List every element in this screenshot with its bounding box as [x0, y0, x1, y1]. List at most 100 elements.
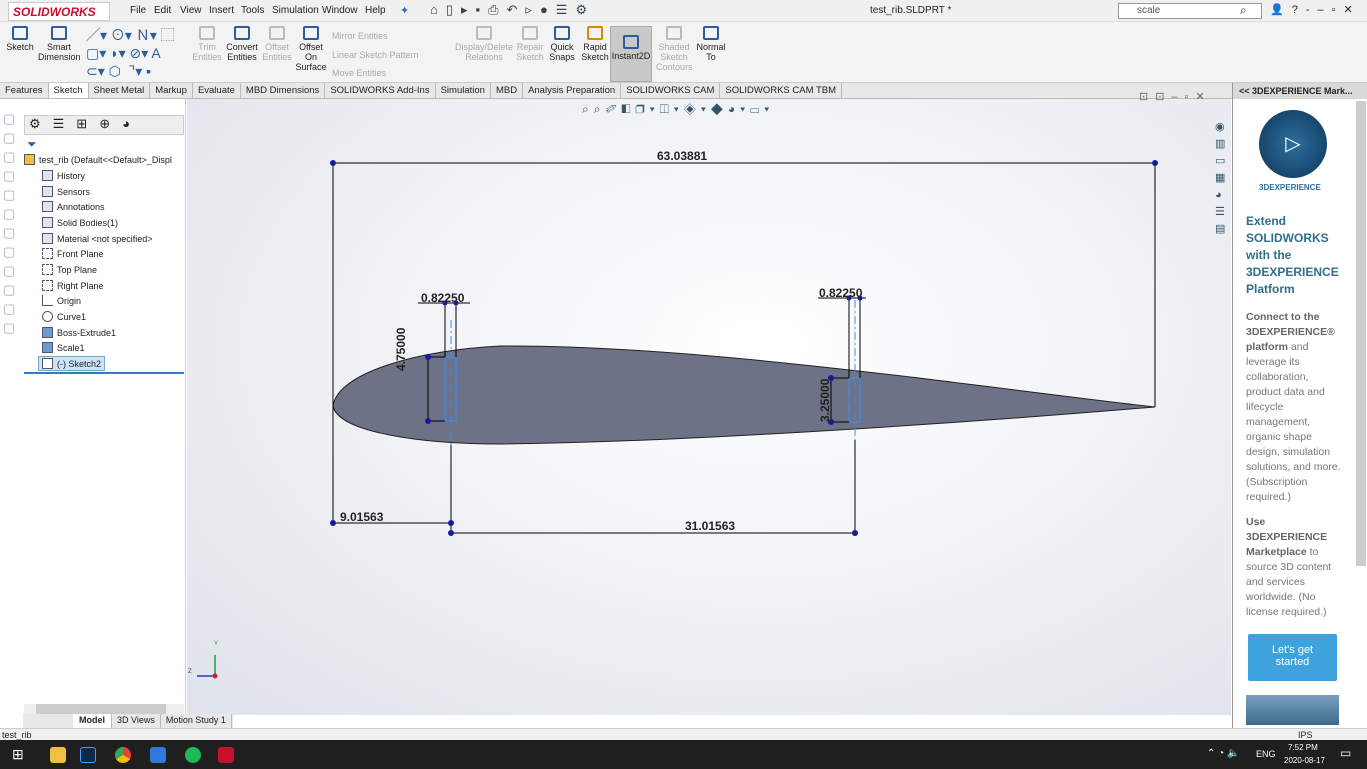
language-indicator[interactable]: ENG: [1256, 749, 1276, 759]
rapid-sketch-button[interactable]: Rapid Sketch: [580, 26, 610, 62]
lets-get-started-button[interactable]: Let's get started: [1248, 634, 1337, 681]
trim-icon: [199, 26, 215, 40]
offset-entities-button[interactable]: Offset Entities: [262, 26, 292, 62]
tab-mbd-dimensions[interactable]: MBD Dimensions: [241, 83, 326, 98]
dimension-width-left[interactable]: 0.82250: [421, 291, 464, 305]
sketch-entity-tools[interactable]: ╱▾ ⊙▾ Ｎ▾ ⬚ ▢▾ ◗▾ ⊘▾ A ⊂▾ ⬡ ⌝▾ ▪: [86, 26, 186, 80]
sketch-canvas: [197, 160, 1158, 679]
rollback-bar[interactable]: [24, 372, 184, 374]
units-selector[interactable]: IPS: [1298, 730, 1313, 740]
menu-edit[interactable]: Edit: [154, 5, 171, 16]
normal-to-button[interactable]: Normal To: [694, 26, 728, 62]
dimension-height-left[interactable]: 4.75000: [394, 328, 408, 371]
tree-item-sensors[interactable]: Sensors: [42, 186, 90, 197]
spotify-icon[interactable]: [185, 747, 201, 763]
app-icon[interactable]: [150, 747, 166, 763]
tree-item-front-plane[interactable]: Front Plane: [42, 248, 104, 259]
trim-entities-button[interactable]: Trim Entities: [192, 26, 222, 62]
left-toolbar-icons[interactable]: ▢ ▢ ▢ ▢ ▢ ▢ ▢ ▢ ▢ ▢ ▢ ▢: [3, 109, 19, 339]
repair-icon: [522, 26, 538, 40]
tab-3d-views[interactable]: 3D Views: [111, 714, 160, 728]
sketch-points[interactable]: [330, 160, 1158, 536]
tab-analysis-preparation[interactable]: Analysis Preparation: [523, 83, 622, 98]
tab-motion-study-1[interactable]: Motion Study 1: [159, 714, 232, 728]
panel-scrollbar[interactable]: [1356, 101, 1366, 566]
extrude-icon: [42, 327, 53, 338]
shaded-sketch-contours-button[interactable]: Shaded Sketch Contours: [656, 26, 693, 72]
dimension-width-right[interactable]: 0.82250: [819, 286, 862, 300]
tab-features[interactable]: Features: [0, 83, 49, 98]
tab-sheet-metal[interactable]: Sheet Metal: [89, 83, 151, 98]
dimension-offset-left[interactable]: 9.01563: [340, 510, 383, 524]
part-icon: [24, 154, 35, 165]
tree-item-boss-extrude1[interactable]: Boss-Extrude1: [42, 327, 116, 338]
horizontal-scrollbar[interactable]: [24, 704, 184, 714]
menu-tools[interactable]: Tools: [241, 5, 264, 16]
tree-item-history[interactable]: History: [42, 170, 85, 181]
tree-root[interactable]: test_rib (Default<<Default>_Displ: [24, 154, 172, 165]
notifications-icon[interactable]: ▭: [1340, 746, 1351, 760]
3dexperience-panel: << 3DEXPERIENCE Mark... ▷ 3DEXPERIENCE E…: [1232, 83, 1367, 728]
menu-simulation[interactable]: Simulation: [272, 5, 319, 16]
tab-solidworks-add-ins[interactable]: SOLIDWORKS Add-Ins: [325, 83, 436, 98]
window-controls[interactable]: 👤?-–▫✕: [1270, 3, 1361, 16]
display-delete-relations-button[interactable]: Display/Delete Relations: [455, 26, 513, 62]
offset-on-surface-button[interactable]: Offset On Surface: [295, 26, 327, 72]
menu-insert[interactable]: Insert: [209, 5, 234, 16]
menu-file[interactable]: File: [130, 5, 146, 16]
tree-item-material[interactable]: Material <not specified>: [42, 233, 153, 244]
tree-item-annotations[interactable]: Annotations: [42, 201, 105, 212]
tree-item-curve1[interactable]: Curve1: [42, 311, 86, 322]
tree-item-right-plane[interactable]: Right Plane: [42, 280, 104, 291]
tree-item-sketch2[interactable]: (-) Sketch2: [38, 356, 106, 371]
tab-mbd[interactable]: MBD: [491, 83, 524, 98]
solid-bodies-icon: [42, 217, 53, 228]
move-entities-button[interactable]: Move Entities: [332, 68, 386, 78]
material-icon: [42, 233, 53, 244]
sketch-button[interactable]: Sketch: [4, 26, 36, 52]
tab-model[interactable]: Model: [73, 714, 111, 728]
menu-help[interactable]: Help: [365, 5, 386, 16]
shaded-contours-icon: [666, 26, 682, 40]
quick-snaps-button[interactable]: Quick Snaps: [548, 26, 576, 62]
triad-y-label: Y: [214, 641, 219, 647]
tree-item-scale1[interactable]: Scale1: [42, 342, 85, 353]
dimension-lines[interactable]: [332, 160, 1156, 536]
linear-sketch-pattern-button[interactable]: Linear Sketch Pattern: [332, 50, 419, 60]
file-explorer-icon[interactable]: [50, 747, 66, 763]
dimension-height-right[interactable]: 3.25000: [818, 379, 832, 422]
solidworks-taskbar-icon[interactable]: [218, 747, 234, 763]
smart-dimension-button[interactable]: Smart Dimension: [38, 26, 81, 62]
menu-view[interactable]: View: [180, 5, 202, 16]
search-icon[interactable]: ⌕: [1240, 3, 1247, 18]
tree-item-top-plane[interactable]: Top Plane: [42, 264, 97, 275]
tab-solidworks-cam[interactable]: SOLIDWORKS CAM: [621, 83, 721, 98]
dimension-spacing[interactable]: 31.01563: [685, 519, 735, 533]
dimension-overall[interactable]: 63.03881: [657, 149, 707, 163]
photoshop-icon[interactable]: [80, 747, 96, 763]
quick-access-toolbar[interactable]: ⌂▯▸▪⎙↶▹●☰⚙: [430, 2, 595, 18]
repair-sketch-button[interactable]: Repair Sketch: [515, 26, 545, 62]
tree-item-origin[interactable]: Origin: [42, 295, 81, 306]
clock-time[interactable]: 7:52 PM: [1288, 743, 1318, 752]
menu-window[interactable]: Window: [322, 5, 358, 16]
pin-icon[interactable]: ✦: [400, 4, 409, 17]
chrome-icon[interactable]: [115, 747, 131, 763]
convert-entities-button[interactable]: Convert Entities: [224, 26, 260, 62]
instant2d-button[interactable]: Instant2D: [610, 26, 652, 82]
tab-sketch[interactable]: Sketch: [48, 83, 89, 98]
panel-tabs[interactable]: ⚙☰⊞⊕◕: [24, 115, 184, 135]
graphics-viewport[interactable]: ⌕⌕✐◧❒▾◫▾◈▾◆◕▾▭▾ ⊡⊡–▫✕ ◉ ▥ ▭ ▦ ◕ ☰ ▤ 63.0388: [187, 91, 1231, 715]
tab-simulation[interactable]: Simulation: [436, 83, 491, 98]
tab-solidworks-cam-tbm[interactable]: SOLIDWORKS CAM TBM: [720, 83, 843, 98]
windows-start-icon[interactable]: ⊞: [12, 746, 24, 763]
tab-markup[interactable]: Markup: [150, 83, 193, 98]
panel-header[interactable]: << 3DEXPERIENCE Mark...: [1233, 83, 1367, 99]
system-tray-icons[interactable]: ⌃ ◔ 🔈: [1207, 748, 1239, 759]
origin-icon: [42, 295, 53, 306]
tab-evaluate[interactable]: Evaluate: [193, 83, 241, 98]
filter-icon[interactable]: ⏷: [27, 137, 37, 152]
tree-item-solid-bodies[interactable]: Solid Bodies(1): [42, 217, 118, 228]
mirror-entities-button[interactable]: Mirror Entities: [332, 31, 388, 41]
clock-date[interactable]: 2020-08-17: [1284, 756, 1325, 765]
